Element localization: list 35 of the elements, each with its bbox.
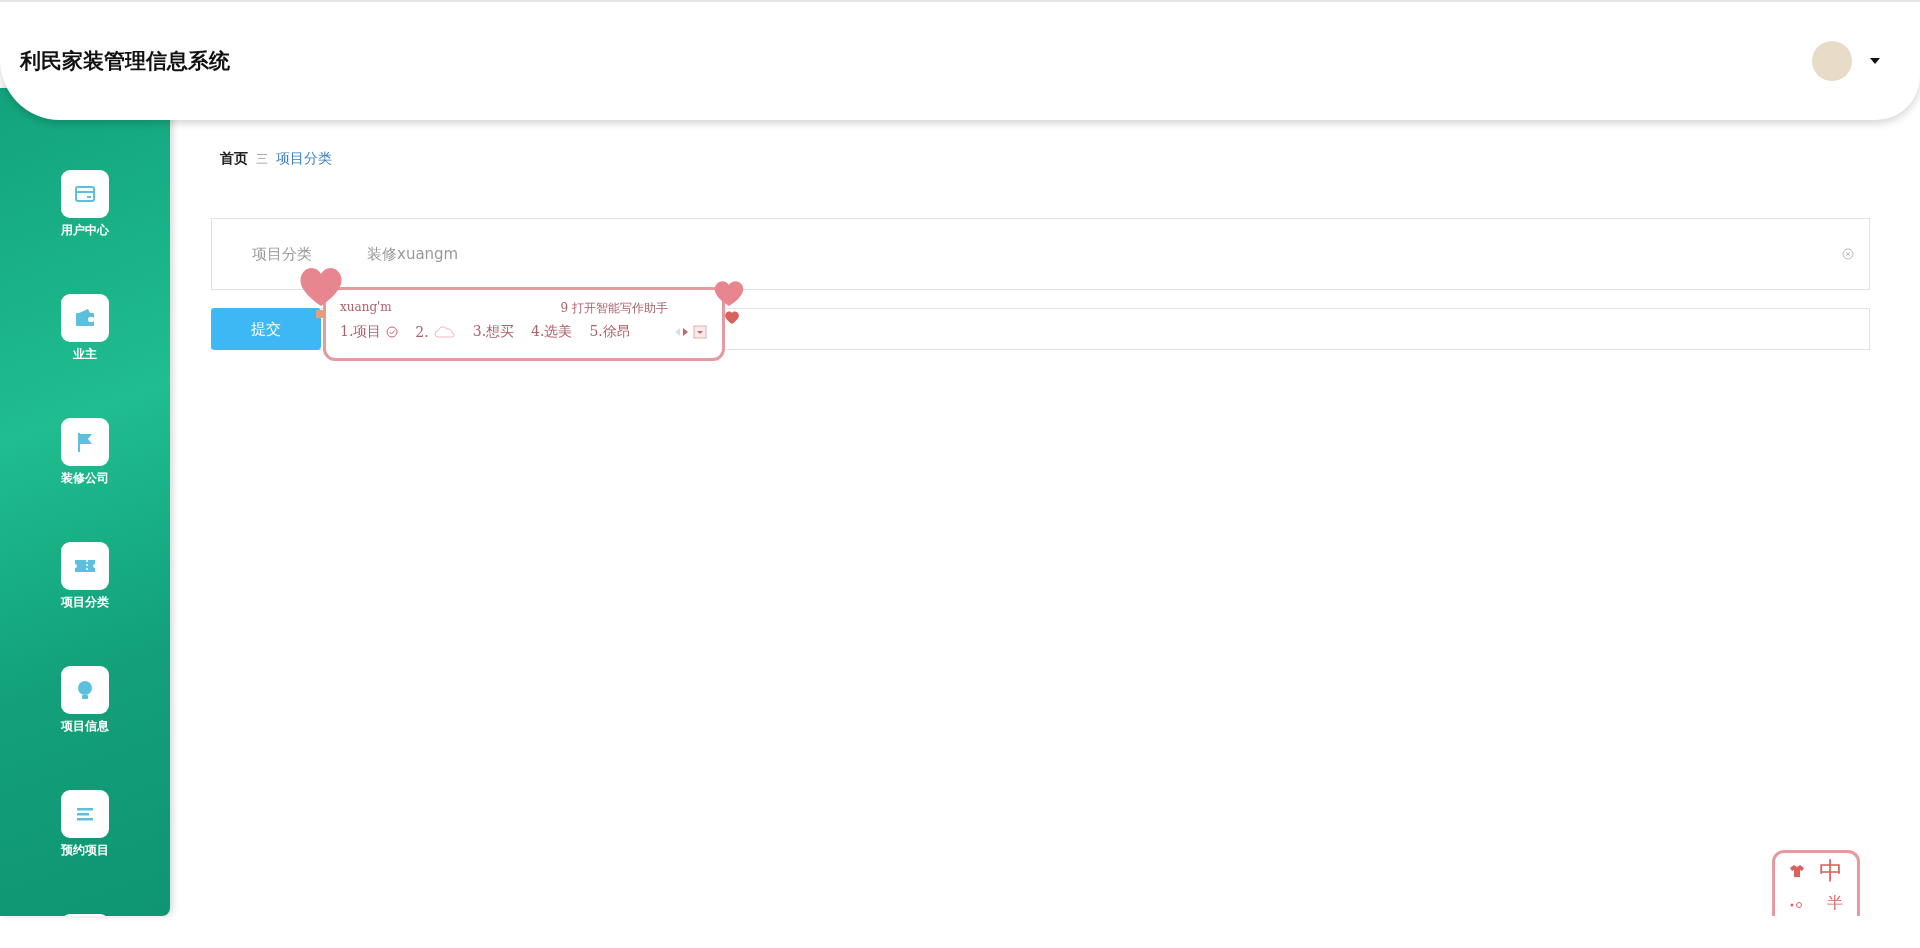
ime-candidate[interactable]: 1.项目 [340,323,382,341]
menu-label[interactable]: 项目信息 [61,718,109,735]
ime-candidate[interactable]: 3.想买 [472,323,515,341]
ime-candidate[interactable]: 5.徐昂 [589,323,631,341]
submit-button[interactable]: 提交 [211,308,321,350]
ime-composition: xuang'm [340,300,392,316]
ime-assistant-hint[interactable]: 9 打开智能写作助手 [560,300,668,317]
menu-label[interactable]: 预约项目 [61,842,109,859]
page-arrows-icon[interactable] [674,325,708,339]
menu-icon-tile[interactable] [61,790,109,838]
field-label: 项目分类 [252,244,313,264]
cloud-icon [433,326,456,338]
menu-icon-tile[interactable] [61,418,109,466]
clear-icon[interactable] [1842,248,1854,260]
menu-icon-tile[interactable] [61,170,109,218]
menu-label[interactable]: 装修公司 [61,470,109,487]
breadcrumb-separator: 三 [256,150,268,168]
ime-width-mode[interactable]: 半 [1827,893,1843,914]
menu-label[interactable]: 用户中心 [61,222,109,239]
app-title: 利民家装管理信息系统 [20,48,230,75]
shirt-icon[interactable] [1789,864,1805,878]
punctuation-icon[interactable] [1789,899,1803,908]
menu-label[interactable]: 业主 [73,346,97,363]
menu-icon-tile[interactable] [61,666,109,714]
menu-icon-tile[interactable] [61,542,109,590]
check-circle-icon [386,326,399,338]
breadcrumb-current: 项目分类 [276,150,332,168]
caret-icon[interactable] [1870,58,1880,64]
category-input-field[interactable]: 装修xuangm [367,245,1822,263]
breadcrumb-home[interactable]: 首页 [220,150,248,168]
ime-mode[interactable]: 中 [1819,855,1843,887]
menu-icon-tile[interactable] [61,294,109,342]
ime-candidate[interactable]: 2. [415,324,429,340]
menu-label[interactable]: 项目分类 [61,594,109,611]
ime-candidate[interactable]: 4.选美 [531,323,573,341]
